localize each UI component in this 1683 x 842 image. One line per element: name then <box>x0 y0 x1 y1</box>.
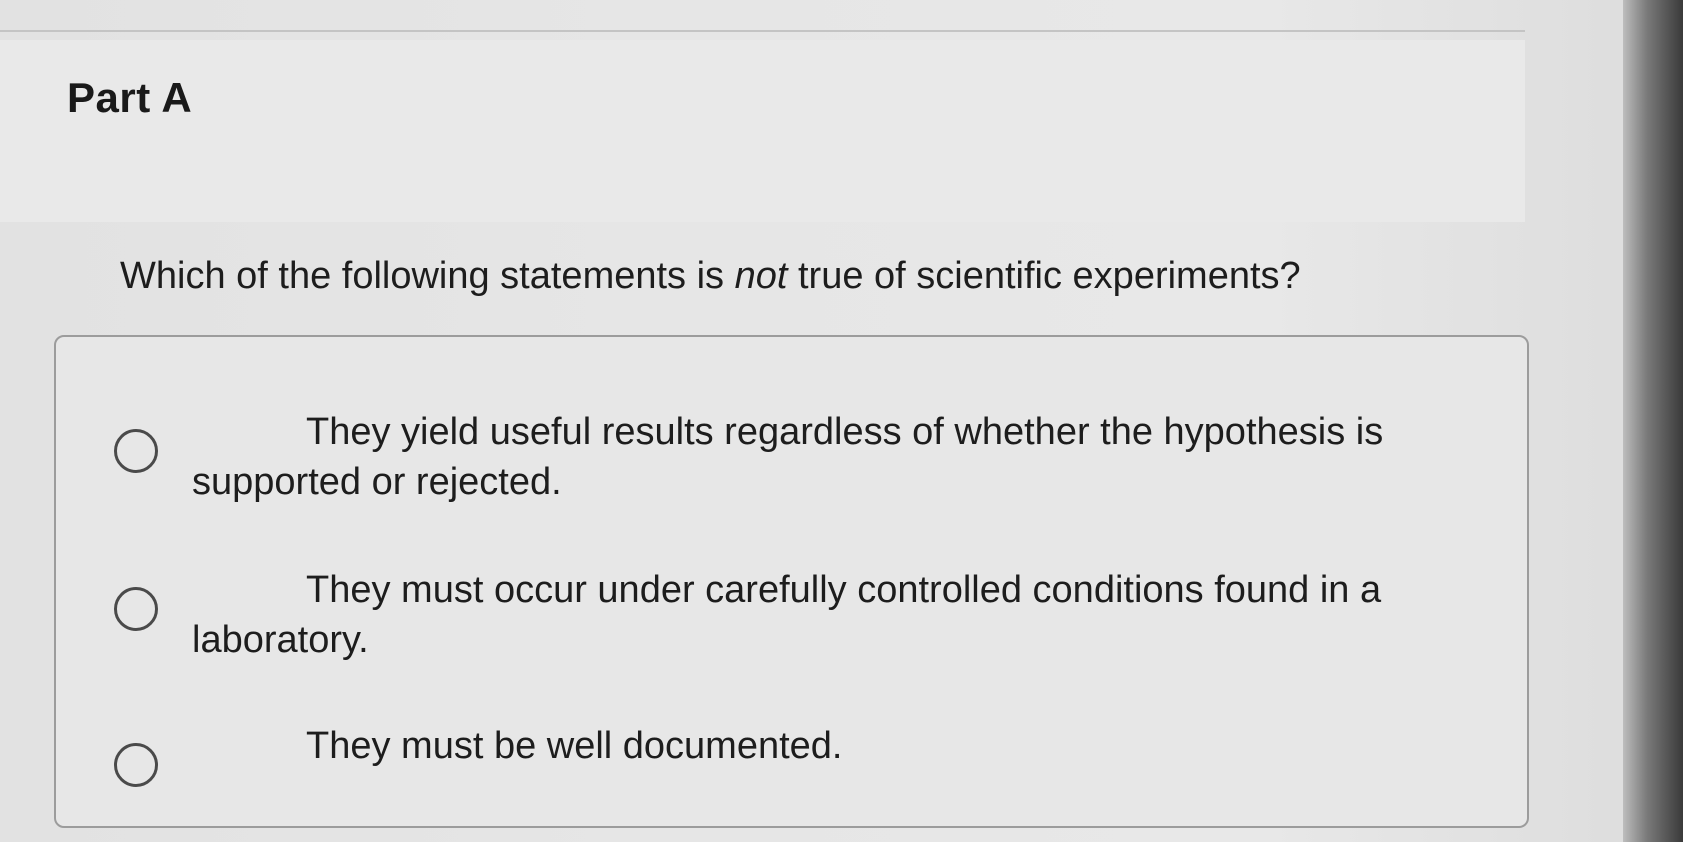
question-text: Which of the following statements is not… <box>120 255 1301 298</box>
radio-button-option-3[interactable] <box>114 743 158 787</box>
answer-option-1-label[interactable]: They yield useful results regardless of … <box>192 407 1462 507</box>
question-suffix: true of scientific experiments? <box>787 255 1301 297</box>
question-prefix: Which of the following statements is <box>120 255 735 297</box>
answer-option-2-label[interactable]: They must occur under carefully controll… <box>192 565 1462 665</box>
question-emphasis: not <box>734 255 788 297</box>
part-title: Part A <box>67 74 193 121</box>
top-divider <box>0 30 1525 32</box>
answer-options-box: They yield useful results regardless of … <box>54 335 1529 828</box>
radio-button-option-2[interactable] <box>114 587 158 631</box>
screen-bezel <box>1623 0 1683 842</box>
answer-option-3-label[interactable]: They must be well documented. <box>192 721 1462 771</box>
part-header <box>0 40 1525 222</box>
screen: Part A Which of the following statements… <box>0 0 1683 842</box>
radio-button-option-1[interactable] <box>114 429 158 473</box>
